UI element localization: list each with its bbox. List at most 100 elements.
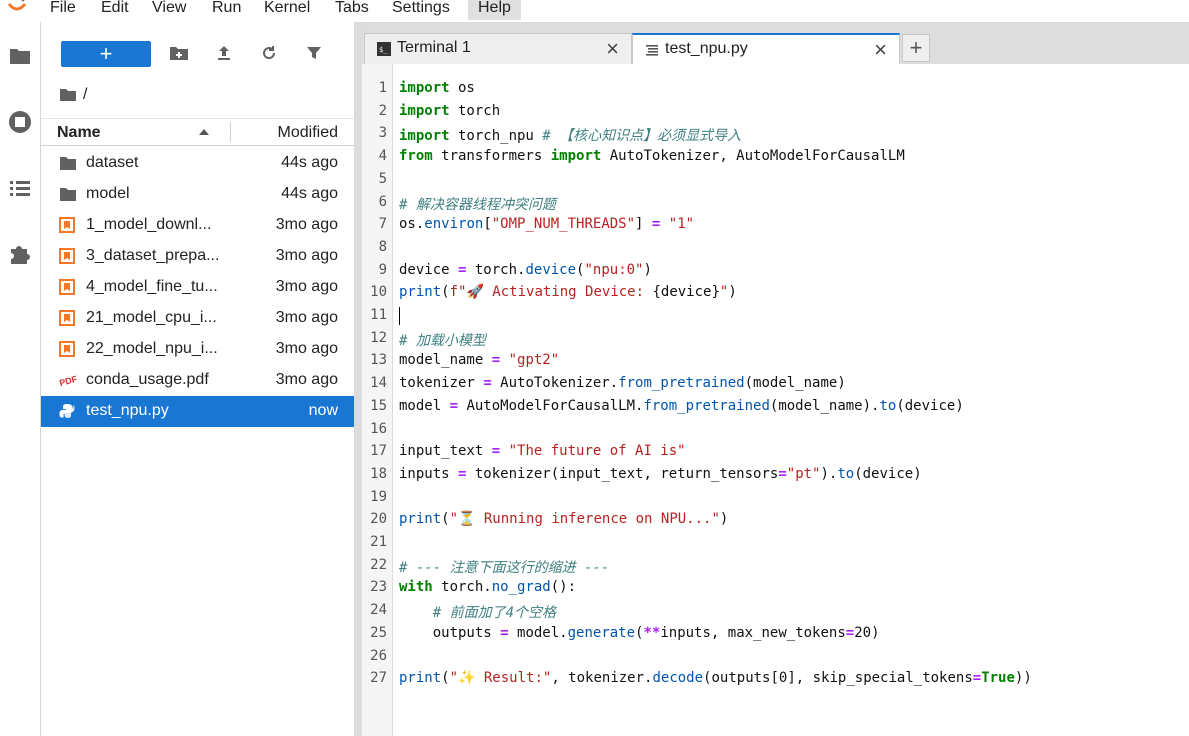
code-token: = (483, 375, 492, 392)
file-list-item[interactable]: 4_model_fine_tu... 3mo ago (41, 272, 354, 303)
tab-test-npu[interactable]: test_npu.py × (632, 33, 900, 64)
file-list-item[interactable]: 3_dataset_prepa... 3mo ago (41, 241, 354, 272)
tab-terminal[interactable]: $_ Terminal 1 × (364, 33, 632, 64)
list-icon[interactable] (8, 176, 32, 200)
code-line[interactable]: import torch (399, 103, 500, 119)
code-token: = (778, 465, 787, 482)
code-token: = (845, 624, 855, 641)
line-number: 19 (370, 488, 387, 505)
notebook-icon (59, 279, 77, 295)
code-line[interactable]: model_name = "gpt2" (399, 352, 559, 368)
panel-splitter[interactable] (354, 22, 362, 736)
file-name: 4_model_fine_tu... (86, 278, 218, 295)
code-line[interactable]: print(f"🚀 Activating Device: {device}") (399, 284, 737, 300)
file-name: 22_model_npu_i... (86, 340, 218, 357)
notebook-icon (59, 310, 77, 326)
code-line[interactable]: device = torch.device("npu:0") (399, 262, 652, 278)
code-token: from_pretrained (643, 397, 770, 414)
file-modified: 3mo ago (275, 247, 338, 264)
code-line[interactable]: print("⏳ Running inference on NPU...") (399, 511, 728, 527)
code-line[interactable]: from transformers import AutoTokenizer, … (399, 148, 905, 164)
close-icon[interactable]: × (606, 36, 619, 62)
code-line[interactable]: # 前面加了4个空格 (399, 602, 556, 622)
folder-icon[interactable] (8, 44, 32, 68)
close-icon[interactable]: × (874, 37, 887, 63)
menu-kernel[interactable]: Kernel (256, 0, 318, 20)
menu-help[interactable]: Help (468, 0, 521, 20)
code-token: model (399, 397, 450, 414)
code-token: model_name (399, 352, 492, 369)
file-browser-panel: + / Name Modified dataset 44s ago model 44s… (41, 22, 354, 736)
code-line[interactable]: os.environ["OMP_NUM_THREADS"] = "1" (399, 216, 694, 232)
code-line[interactable]: print("✨ Result:", tokenizer.decode(outp… (399, 670, 1032, 686)
menu-file[interactable]: File (42, 0, 84, 20)
folder-icon[interactable] (59, 88, 77, 102)
line-number: 18 (370, 465, 387, 482)
code-line[interactable]: outputs = model.generate(**inputs, max_n… (399, 625, 880, 641)
folder-icon (59, 155, 77, 171)
menu-view[interactable]: View (144, 0, 194, 20)
code-token: tokenizer (399, 375, 484, 392)
code-line[interactable]: tokenizer = AutoTokenizer.from_pretraine… (399, 375, 846, 391)
code-token: to (837, 465, 855, 482)
add-tab-button[interactable]: + (902, 34, 930, 62)
code-line[interactable]: import os (399, 80, 475, 96)
code-token: (device) (896, 397, 964, 414)
file-list-item[interactable]: 1_model_downl... 3mo ago (41, 210, 354, 241)
file-list-item[interactable]: PDF conda_usage.pdf 3mo ago (41, 365, 354, 396)
code-line[interactable]: inputs = tokenizer(input_text, return_te… (399, 466, 922, 482)
sort-ascending-icon[interactable] (199, 129, 209, 135)
menu-bar: File Edit View Run Kernel Tabs Settings … (0, 0, 1189, 22)
code-line[interactable]: with torch.no_grad(): (399, 579, 576, 595)
column-divider[interactable] (230, 122, 231, 142)
notebook-icon (59, 248, 77, 264)
line-number: 4 (378, 148, 387, 165)
new-folder-icon[interactable] (168, 42, 190, 64)
menu-tabs[interactable]: Tabs (327, 0, 377, 20)
stop-circle-icon[interactable] (8, 110, 32, 134)
line-number: 26 (370, 647, 387, 664)
menu-edit[interactable]: Edit (93, 0, 137, 20)
file-list-item[interactable]: model 44s ago (41, 179, 354, 210)
code-token: import (399, 128, 450, 145)
code-line[interactable]: # --- 注意下面这行的缩进 --- (399, 557, 609, 577)
code-token: with (399, 579, 433, 596)
code-line[interactable]: # 加载小模型 (399, 330, 486, 350)
code-token: "⏳ Running inference on NPU..." (449, 511, 720, 528)
menu-run[interactable]: Run (204, 0, 249, 20)
file-list-item[interactable]: test_npu.py now (41, 396, 354, 427)
code-token: ) (719, 511, 729, 528)
file-list-item[interactable]: 22_model_npu_i... 3mo ago (41, 334, 354, 365)
code-token: (model_name). (769, 397, 880, 414)
refresh-icon[interactable] (258, 42, 280, 64)
code-token: model. (508, 624, 568, 641)
code-token: torch (449, 102, 501, 119)
code-line[interactable]: input_text = "The future of AI is" (399, 443, 686, 459)
pdf-icon: PDF (58, 372, 78, 388)
code-editor[interactable]: 1 2 3 4 5 6 7 8 9 10 11 12 13 14 15 16 17 18 19 20 21 22 23 24 2… (362, 64, 1189, 736)
notebook-icon (59, 217, 77, 233)
code-line[interactable]: # 解决容器线程冲突问题 (399, 194, 556, 214)
breadcrumb-root[interactable]: / (83, 86, 87, 104)
code-token: "OMP_NUM_THREADS" (491, 216, 636, 233)
menu-settings[interactable]: Settings (384, 0, 458, 20)
upload-icon[interactable] (213, 42, 235, 64)
file-list-item[interactable]: 21_model_cpu_i... 3mo ago (41, 303, 354, 334)
line-number: 8 (378, 238, 387, 255)
new-launcher-button[interactable]: + (61, 41, 151, 67)
line-number: 20 (370, 511, 387, 528)
code-token: # --- 注意下面这行的缩进 --- (399, 559, 610, 576)
file-list-item[interactable]: dataset 44s ago (41, 148, 354, 179)
line-number: 13 (370, 352, 387, 369)
svg-text:$_: $_ (379, 46, 388, 54)
code-token: environ (424, 216, 484, 233)
column-name-header[interactable]: Name (57, 124, 101, 142)
puzzle-icon[interactable] (8, 242, 32, 266)
code-line[interactable]: import torch_npu # 【核心知识点】必须显式导入 (399, 125, 741, 145)
line-number: 25 (370, 624, 387, 641)
file-modified: 44s ago (281, 154, 338, 171)
code-token: from (399, 148, 433, 165)
column-modified-header[interactable]: Modified (278, 124, 338, 142)
code-line[interactable]: model = AutoModelForCausalLM.from_pretra… (399, 398, 964, 414)
filter-icon[interactable] (303, 42, 325, 64)
